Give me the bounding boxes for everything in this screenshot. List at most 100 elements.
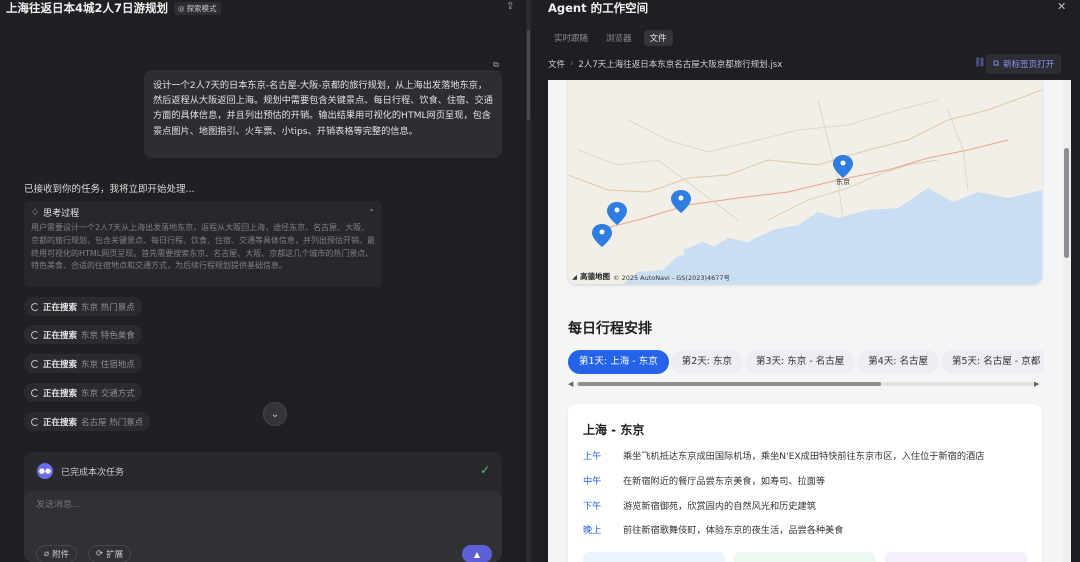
- day-tabs-scrollbar[interactable]: ◀ ▶: [568, 380, 1042, 388]
- scroll-right-icon[interactable]: ▶: [1034, 380, 1039, 388]
- chevron-right-icon: ›: [570, 59, 574, 69]
- send-button[interactable]: ▲: [462, 545, 492, 562]
- preview-scrollbar[interactable]: [1062, 80, 1071, 562]
- schedule-row: 下午 游览新宿御苑，欣赏园内的自然风光和历史建筑: [583, 498, 816, 512]
- tab-browser[interactable]: 浏览器: [600, 30, 638, 46]
- search-step-query: 东京 特色美食: [81, 330, 135, 341]
- task-status-label: 已完成本次任务: [61, 467, 125, 478]
- info-card-food: [734, 552, 876, 562]
- extend-button[interactable]: ⟳ 扩展: [88, 545, 132, 562]
- schedule-activity: 游览新宿御苑，欣赏园内的自然风光和历史建筑: [623, 501, 816, 512]
- loading-icon: [31, 388, 39, 397]
- schedule-activity: 前往新宿歌舞伎町，体验东京的夜生活，品尝各种美食: [623, 525, 844, 536]
- info-card-stay: [885, 552, 1027, 562]
- breadcrumb-file: 2人7天上海往返日本东京名古屋大阪京都旅行规划.jsx: [578, 60, 783, 70]
- agent-avatar-icon: ●●: [37, 463, 53, 479]
- breadcrumb: 文件 › 2人7天上海往返日本东京名古屋大阪京都旅行规划.jsx: [548, 58, 782, 70]
- search-step-label: 正在搜索: [43, 302, 78, 313]
- schedule-row: 中午 在新宿附近的餐厅品尝东京美食，如寿司、拉面等: [583, 473, 825, 487]
- schedule-row: 晚上 前往新宿歌舞伎町，体验东京的夜生活，品尝各种美食: [583, 522, 844, 536]
- task-status: ●● 已完成本次任务: [37, 463, 124, 479]
- close-icon[interactable]: ✕: [1057, 0, 1066, 13]
- thinking-title: 思考过程: [43, 209, 80, 219]
- attach-button[interactable]: ⌀ 附件: [36, 545, 78, 562]
- search-step: 正在搜索 东京 住宿地点: [24, 354, 142, 373]
- map-logo: 高德地图: [580, 272, 610, 281]
- day-tab-4[interactable]: 第4天: 名古屋: [857, 350, 939, 374]
- schedule-time: 中午: [583, 476, 602, 487]
- schedule-time: 下午: [583, 501, 602, 512]
- search-step-label: 正在搜索: [43, 330, 78, 341]
- info-card-transport: [583, 552, 725, 562]
- chevron-up-icon[interactable]: ⌃: [368, 208, 375, 217]
- day-tab-2[interactable]: 第2天: 东京: [670, 350, 743, 374]
- lightbulb-icon: ♢: [31, 207, 40, 218]
- search-step-label: 正在搜索: [43, 388, 78, 399]
- day-tab-5[interactable]: 第5天: 名古屋 - 京都: [941, 350, 1044, 374]
- thinking-body: 用户需要设计一个2人7天从上海出发落地东京，返程从大阪回上海，途径东京、名古屋、…: [31, 223, 375, 271]
- map-copyright: © 2025 AutoNavi - GS(2023)4677号: [613, 273, 731, 282]
- chat-scrollbar-thumb[interactable]: [527, 30, 530, 120]
- link-icon[interactable]: ⛓: [974, 58, 985, 68]
- search-step-query: 名古屋 热门景点: [81, 417, 144, 428]
- chat-panel: 上海往返日本4城2人7日游规划 ◎ 探索模式 ⇪ ⧉ 设计一个2人7天的日本东京…: [0, 0, 520, 562]
- copy-icon[interactable]: ⧉: [493, 60, 499, 70]
- search-step-label: 正在搜索: [43, 359, 78, 370]
- user-message: 设计一个2人7天的日本东京-名古屋-大阪-京都的旅行规划，从上海出发落地东京，然…: [144, 70, 502, 158]
- search-step-label: 正在搜索: [43, 417, 78, 428]
- section-title: 每日行程安排: [568, 321, 652, 337]
- extend-label: 扩展: [106, 550, 124, 560]
- map-canvas[interactable]: 东京: [568, 80, 1042, 284]
- loading-icon: [31, 330, 39, 339]
- scroll-thumb[interactable]: [578, 382, 881, 386]
- mode-badge-label: 探索模式: [186, 3, 217, 13]
- thinking-header[interactable]: ♢ 思考过程 ⌃: [31, 206, 375, 220]
- paperclip-icon: ⌀: [44, 549, 50, 559]
- search-step-query: 东京 交通方式: [81, 388, 135, 399]
- day-tab-1[interactable]: 第1天: 上海 - 东京: [568, 350, 669, 374]
- composer: ●● 已完成本次任务 ✓ ⌀ 附件 ⟳ 扩展 ▲: [24, 452, 502, 562]
- search-step: 正在搜索 东京 特色美食: [24, 325, 142, 344]
- scroll-left-icon[interactable]: ◀: [568, 380, 573, 388]
- schedule-time: 上午: [583, 451, 602, 462]
- scroll-down-button[interactable]: ⌄: [263, 402, 287, 426]
- preview-scrollbar-thumb[interactable]: [1064, 148, 1069, 258]
- workspace-title: Agent 的工作空间: [548, 1, 649, 15]
- file-preview: 东京 ◢ 高德地图 © 2025 AutoNavi - GS(2023)4677…: [548, 80, 1071, 562]
- thinking-panel[interactable]: ♢ 思考过程 ⌃ 用户需要设计一个2人7天从上海出发落地东京，返程从大阪回上海，…: [24, 201, 382, 287]
- tab-live-follow[interactable]: 实时跟随: [548, 30, 594, 46]
- input-area: ⌀ 附件 ⟳ 扩展 ▲: [24, 491, 502, 562]
- map[interactable]: 东京 ◢ 高德地图 © 2025 AutoNavi - GS(2023)4677…: [568, 80, 1042, 284]
- loading-icon: [31, 302, 39, 311]
- open-new-tab-button[interactable]: ⧉ 新标签页打开: [986, 54, 1062, 74]
- amap-logo-icon: ◢: [572, 272, 577, 281]
- chat-scrollbar[interactable]: [526, 0, 531, 562]
- day-tabs: 第1天: 上海 - 东京 第2天: 东京 第3天: 东京 - 名古屋 第4天: 名古屋…: [568, 350, 1044, 374]
- schedule-activity: 在新宿附近的餐厅品尝东京美食，如寿司、拉面等: [623, 476, 826, 487]
- external-link-icon: ⧉: [993, 59, 1000, 69]
- day-tab-3[interactable]: 第3天: 东京 - 名古屋: [745, 350, 856, 374]
- chevron-down-icon: ⌄: [270, 408, 280, 420]
- breadcrumb-root[interactable]: 文件: [548, 58, 565, 70]
- tab-files[interactable]: 文件: [643, 30, 673, 46]
- chat-title: 上海往返日本4城2人7日游规划: [6, 1, 169, 15]
- search-step: 正在搜索 名古屋 热门景点: [24, 412, 151, 431]
- day-card: 上海 - 东京 上午 乘坐飞机抵达东京成田国际机场，乘坐N'EX成田特快前往东京…: [568, 404, 1042, 562]
- loading-icon: [31, 359, 39, 368]
- search-step-query: 东京 住宿地点: [81, 359, 135, 370]
- chat-header: 上海往返日本4城2人7日游规划 ◎ 探索模式: [6, 0, 221, 16]
- share-icon[interactable]: ⇪: [506, 1, 518, 13]
- message-input[interactable]: [36, 500, 476, 510]
- day-card-title: 上海 - 东京: [583, 423, 645, 437]
- loading-icon: [31, 417, 39, 426]
- check-icon: ✓: [479, 463, 490, 477]
- attach-label: 附件: [52, 550, 70, 560]
- open-new-tab-label: 新标签页打开: [1003, 60, 1055, 70]
- schedule-row: 上午 乘坐飞机抵达东京成田国际机场，乘坐N'EX成田特快前往东京市区，入住位于新…: [583, 448, 984, 462]
- search-step: 正在搜索 东京 热门景点: [24, 297, 142, 316]
- workspace-panel: Agent 的工作空间 ✕ 实时跟随 浏览器 文件 文件 › 2人7天上海往返日…: [537, 0, 1080, 562]
- search-step-query: 东京 热门景点: [81, 302, 135, 313]
- schedule-activity: 乘坐飞机抵达东京成田国际机场，乘坐N'EX成田特快前往东京市区，入住位于新宿的酒…: [623, 451, 985, 462]
- mode-badge[interactable]: ◎ 探索模式: [174, 1, 221, 15]
- send-icon: ▲: [473, 549, 481, 559]
